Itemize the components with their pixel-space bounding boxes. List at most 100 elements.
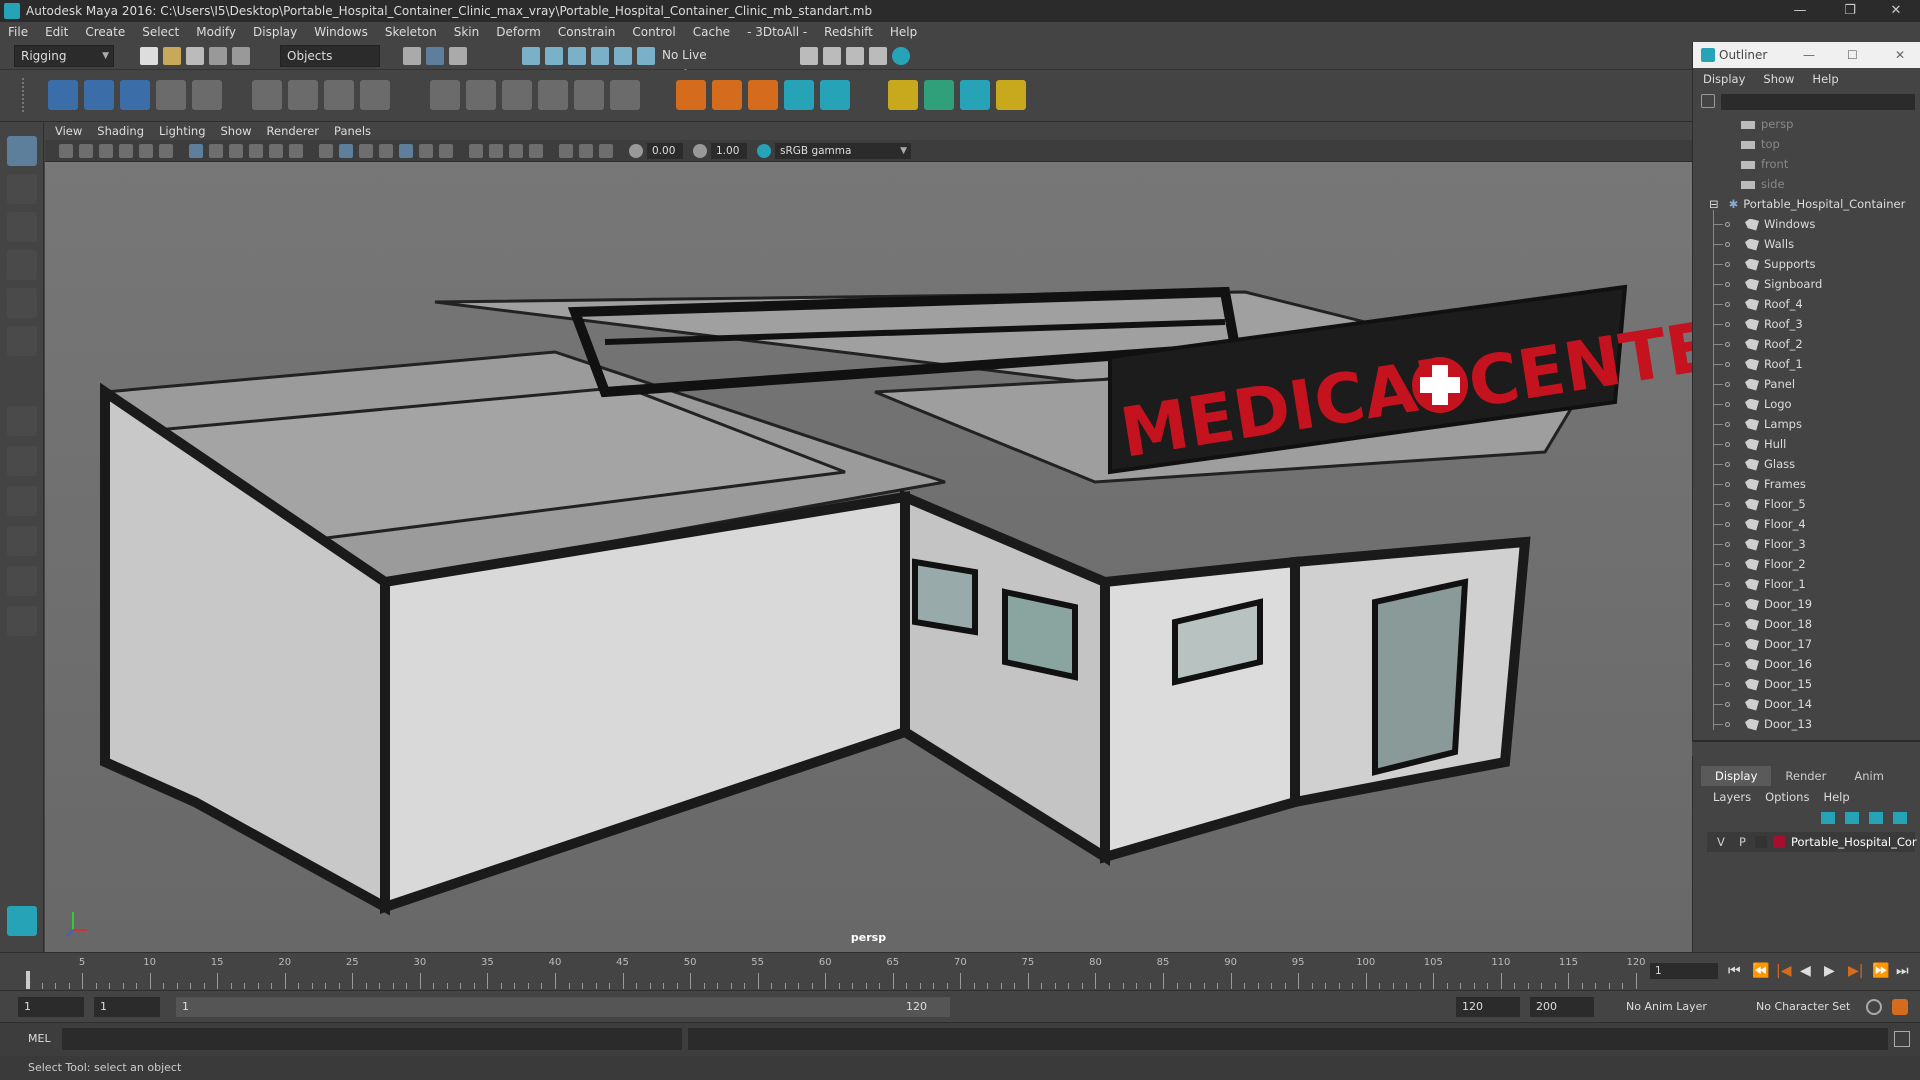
menu-edit[interactable]: Edit <box>45 25 68 39</box>
aim-constraint-icon[interactable] <box>574 80 604 110</box>
xray-joints-icon[interactable] <box>579 144 593 158</box>
current-frame-field[interactable]: 1 <box>1650 963 1718 979</box>
grid-icon[interactable] <box>189 144 203 158</box>
outliner-item-door_16[interactable]: Door_16 <box>1701 654 1911 674</box>
character-set-dropdown[interactable]: No Character Set <box>1750 997 1862 1017</box>
go-to-start-icon[interactable]: ⏮ <box>1728 963 1741 979</box>
outliner-item-windows[interactable]: Windows <box>1701 214 1911 234</box>
film-gate-icon[interactable] <box>209 144 223 158</box>
outliner-item-signboard[interactable]: Signboard <box>1701 274 1911 294</box>
playback-end-field[interactable]: 120 <box>1456 997 1520 1017</box>
exposure-field[interactable]: 0.00 <box>647 143 683 159</box>
paint-weights-icon[interactable] <box>288 80 318 110</box>
locator-icon[interactable] <box>676 80 706 110</box>
render-frame-icon[interactable] <box>823 47 841 65</box>
step-back-key-icon[interactable]: ⏪ <box>1752 963 1769 979</box>
outliner-item-glass[interactable]: Glass <box>1701 454 1911 474</box>
outliner-item-supports[interactable]: Supports <box>1701 254 1911 274</box>
persp-graph-icon[interactable] <box>7 526 37 556</box>
playback-start-field[interactable]: 1 <box>94 997 160 1017</box>
select-tool-icon[interactable] <box>7 136 37 166</box>
safe-action-icon[interactable] <box>289 144 303 158</box>
snap-curve-icon[interactable] <box>545 47 563 65</box>
command-language-label[interactable]: MEL <box>28 1032 51 1045</box>
scale-tool-icon[interactable] <box>7 326 37 356</box>
outliner-layout-icon[interactable] <box>7 606 37 636</box>
camera-attributes-icon[interactable] <box>79 144 93 158</box>
menu-select[interactable]: Select <box>142 25 179 39</box>
hypershade-icon[interactable] <box>892 47 910 65</box>
field-chart-icon[interactable] <box>269 144 283 158</box>
layer-menu-help[interactable]: Help <box>1823 790 1849 804</box>
layer-row[interactable]: V P Portable_Hospital_Cor <box>1707 832 1917 852</box>
script-editor-icon[interactable] <box>1894 1031 1910 1047</box>
close-button[interactable]: ✕ <box>1876 0 1916 22</box>
side-by-side-icon[interactable] <box>7 486 37 516</box>
render-view-icon[interactable] <box>800 47 818 65</box>
save-scene-icon[interactable] <box>186 47 204 65</box>
time-slider[interactable]: 1 1 ⏮ ⏪ |◀ ◀ ▶ ▶| ⏩ ⏭ 510152025303540455… <box>0 952 1920 990</box>
layer-type-toggle[interactable] <box>1755 836 1767 848</box>
move-layer-up-icon[interactable] <box>1821 812 1835 824</box>
snap-view-icon[interactable] <box>591 47 609 65</box>
select-hierarchy-icon[interactable] <box>403 47 421 65</box>
gate-mask-icon[interactable] <box>249 144 263 158</box>
panel-menu-panels[interactable]: Panels <box>334 124 371 138</box>
layer-visibility-toggle[interactable]: V <box>1717 832 1725 852</box>
outliner-item-door_19[interactable]: Door_19 <box>1701 594 1911 614</box>
outliner-item-lamps[interactable]: Lamps <box>1701 414 1911 434</box>
outliner-camera-side[interactable]: side <box>1701 174 1911 194</box>
grease-pencil-icon[interactable] <box>159 144 173 158</box>
panel-menu-show[interactable]: Show <box>221 124 252 138</box>
snap-vertex-icon[interactable] <box>637 47 655 65</box>
outliner-camera-top[interactable]: top <box>1701 134 1911 154</box>
move-tool-icon[interactable] <box>7 250 37 280</box>
layer-color-swatch[interactable] <box>1773 836 1785 848</box>
panel-menu-shading[interactable]: Shading <box>97 124 144 138</box>
tab-render[interactable]: Render <box>1771 766 1840 786</box>
outliner-item-floor_1[interactable]: Floor_1 <box>1701 574 1911 594</box>
viewport-persp[interactable]: MEDICAL CENTER persp <box>45 162 1692 952</box>
menuset-dropdown[interactable]: Rigging ▼ <box>14 45 114 67</box>
bind-skin-icon[interactable] <box>252 80 282 110</box>
outliner-item-frames[interactable]: Frames <box>1701 474 1911 494</box>
color-management-icon[interactable] <box>757 144 771 158</box>
outliner-item-door_17[interactable]: Door_17 <box>1701 634 1911 654</box>
move-layer-down-icon[interactable] <box>1845 812 1859 824</box>
outliner-close-button[interactable]: ✕ <box>1895 42 1905 68</box>
auto-key-icon[interactable] <box>1866 999 1882 1015</box>
menu-help[interactable]: Help <box>890 25 917 39</box>
joint-tool-icon[interactable] <box>48 80 78 110</box>
paint-select-icon[interactable] <box>7 212 37 242</box>
layer-name[interactable]: Portable_Hospital_Cor <box>1791 832 1917 852</box>
menu-redshift[interactable]: Redshift <box>824 25 873 39</box>
range-slider-bar[interactable]: 1 120 <box>176 997 950 1017</box>
animation-start-field[interactable]: 1 <box>18 997 84 1017</box>
lattice-icon[interactable] <box>324 80 354 110</box>
outliner-item-roof_1[interactable]: Roof_1 <box>1701 354 1911 374</box>
outliner-item-door_18[interactable]: Door_18 <box>1701 614 1911 634</box>
orient-constraint-icon[interactable] <box>502 80 532 110</box>
panel-menu-view[interactable]: View <box>55 124 82 138</box>
outliner-menu-show[interactable]: Show <box>1763 72 1794 90</box>
soft-mod-icon[interactable] <box>748 80 778 110</box>
hik-character-icon[interactable] <box>820 80 850 110</box>
menu-windows[interactable]: Windows <box>314 25 368 39</box>
anim-layer-dropdown[interactable]: No Anim Layer <box>1620 997 1732 1017</box>
outliner-camera-persp[interactable]: persp <box>1701 114 1911 134</box>
outliner-item-floor_4[interactable]: Floor_4 <box>1701 514 1911 534</box>
quick-rig-icon[interactable] <box>996 80 1026 110</box>
selection-mode-dropdown[interactable]: Objects <box>280 45 380 67</box>
outliner-item-logo[interactable]: Logo <box>1701 394 1911 414</box>
panel-menu-lighting[interactable]: Lighting <box>159 124 205 138</box>
step-forward-frame-icon[interactable]: ▶| <box>1848 963 1863 979</box>
ik-handle-icon[interactable] <box>84 80 114 110</box>
outliner-item-door_13[interactable]: Door_13 <box>1701 714 1911 734</box>
menu-constrain[interactable]: Constrain <box>558 25 616 39</box>
mirror-joint-icon[interactable] <box>156 80 186 110</box>
point-constraint-icon[interactable] <box>466 80 496 110</box>
outliner-item-hull[interactable]: Hull <box>1701 434 1911 454</box>
motion-blur-icon[interactable] <box>469 144 483 158</box>
step-forward-key-icon[interactable]: ⏩ <box>1872 963 1889 979</box>
panel-menu-renderer[interactable]: Renderer <box>267 124 320 138</box>
